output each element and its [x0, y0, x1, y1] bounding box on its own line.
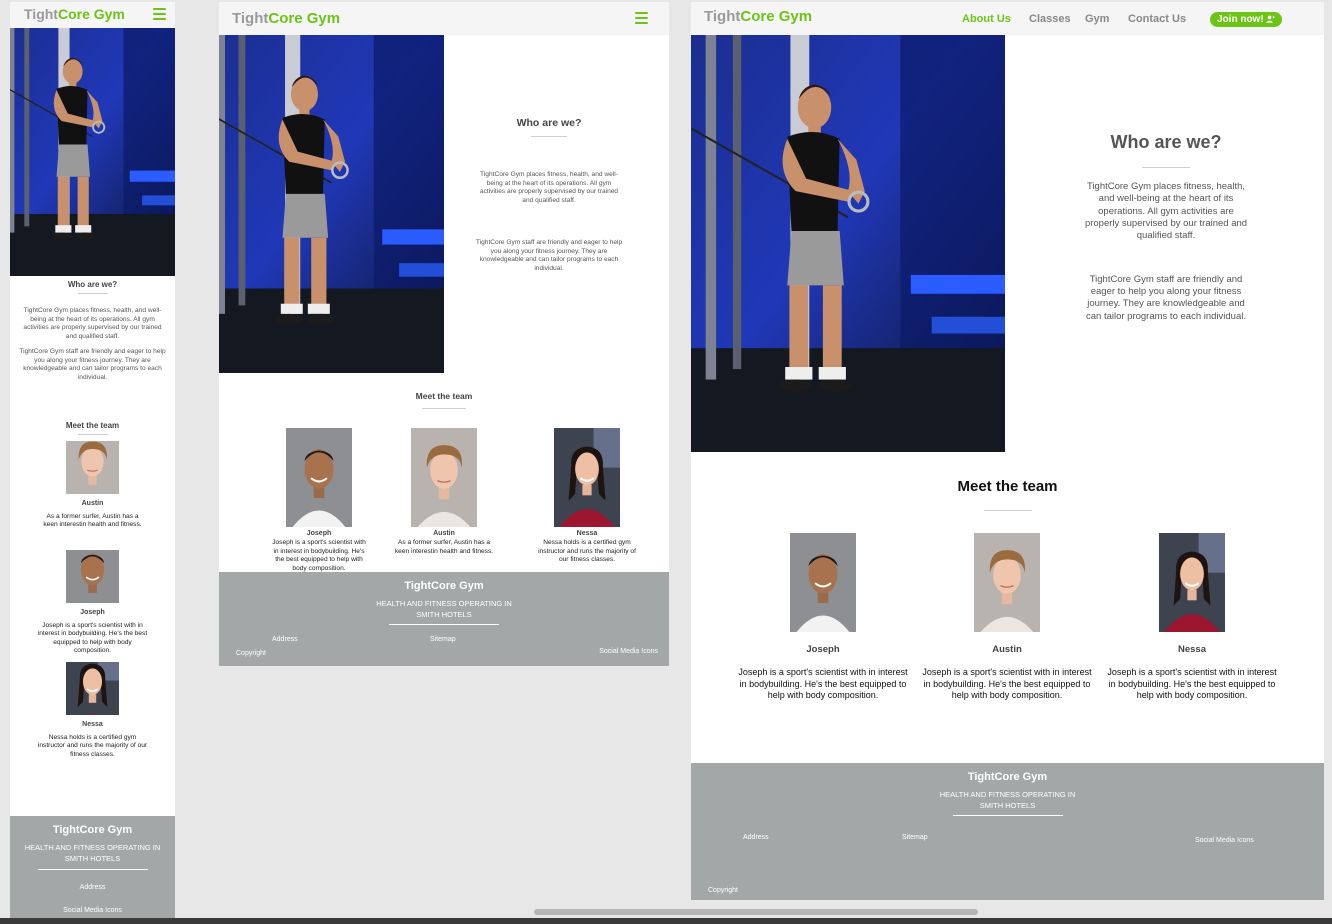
- about-heading: Who are we?: [67, 280, 118, 289]
- team-bio-joseph: Joseph is a sport's scientist with in in…: [738, 667, 908, 701]
- footer-divider: [952, 814, 1063, 816]
- footer-slogan: HEALTH AND FITNESS OPERATING IN SMITH HO…: [24, 843, 161, 863]
- tablet-frame: TightCore Gym Who are we? TightCore Gym …: [219, 2, 669, 666]
- team-heading: Meet the team: [415, 391, 473, 401]
- nav-link-about[interactable]: About Us: [962, 13, 1011, 25]
- team-name-austin: Austin: [433, 530, 455, 537]
- team-photo-austin: [66, 441, 119, 494]
- footer-copyright: Copyright: [236, 650, 266, 657]
- logo[interactable]: TightCore Gym: [704, 8, 812, 25]
- team-member-austin: Austin Joseph is a sport's scientist wit…: [918, 533, 1096, 702]
- footer-divider: [389, 623, 499, 625]
- about-paragraph-1: TightCore Gym places fitness, health, an…: [1084, 181, 1248, 242]
- team-name-nessa: Nessa: [1178, 644, 1206, 655]
- footer-slogan: HEALTH AND FITNESS OPERATING IN SMITH HO…: [376, 599, 512, 619]
- footer-divider: [37, 868, 148, 870]
- team-bio-joseph: Joseph is a sport's scientist with in in…: [272, 539, 366, 572]
- footer-sitemap-link[interactable]: Sitemap: [430, 636, 456, 643]
- divider: [422, 408, 466, 409]
- team-bio-nessa: Nessa holds is a certified gym instructo…: [37, 733, 148, 758]
- navbar: TightCore Gym: [10, 2, 175, 28]
- team-name-joseph: Joseph: [80, 608, 105, 616]
- add-user-icon: [1266, 15, 1276, 23]
- divider: [983, 510, 1032, 511]
- footer-title: TightCore Gym: [967, 771, 1048, 783]
- team-bio-austin: Joseph is a sport's scientist with in in…: [922, 667, 1092, 701]
- divider: [531, 136, 567, 137]
- about-paragraph-1: TightCore Gym places fitness, health, an…: [479, 171, 619, 204]
- footer: TightCore Gym HEALTH AND FITNESS OPERATI…: [219, 572, 669, 666]
- footer-title: TightCore Gym: [404, 580, 484, 592]
- window-bottom-bar: [0, 918, 1332, 924]
- footer: TightCore Gym HEALTH AND FITNESS OPERATI…: [10, 816, 175, 924]
- footer-title: TightCore Gym: [52, 824, 133, 836]
- team-name-nessa: Nessa: [82, 720, 103, 728]
- footer: TightCore Gym HEALTH AND FITNESS OPERATI…: [691, 763, 1324, 900]
- team-bio-joseph: Joseph is a sport's scientist with in in…: [37, 621, 148, 655]
- footer-address-link[interactable]: Address: [743, 834, 769, 841]
- team-photo-austin: [974, 533, 1040, 632]
- navbar: TightCore Gym About Us Classes Gym Conta…: [691, 2, 1324, 35]
- horizontal-scrollbar[interactable]: [534, 909, 978, 915]
- footer-address-link[interactable]: Address: [10, 884, 175, 891]
- join-button[interactable]: Join now!: [1210, 12, 1283, 27]
- team-bio-austin: As a former surfer, Austin has a keen in…: [43, 512, 142, 529]
- nav-link-gym[interactable]: Gym: [1085, 13, 1109, 25]
- team-name-austin: Austin: [81, 499, 104, 507]
- team-member-joseph: Joseph Joseph is a sport's scientist wit…: [269, 428, 369, 573]
- team-name-nessa: Nessa: [576, 530, 598, 537]
- footer-social-icons[interactable]: Social Media Icons: [599, 648, 658, 655]
- logo[interactable]: TightCore Gym: [24, 6, 125, 22]
- mobile-frame: TightCore Gym Who are we? TightCore Gym …: [10, 2, 175, 924]
- team-member-nessa: Nessa Nessa holds is a certified gym ins…: [537, 428, 637, 565]
- team-bio-nessa: Nessa holds is a certified gym instructo…: [538, 539, 636, 564]
- desktop-frame: TightCore Gym About Us Classes Gym Conta…: [691, 2, 1324, 900]
- team-photo-nessa: [66, 662, 119, 715]
- team-name-joseph: Joseph: [306, 530, 332, 537]
- team-name-austin: Austin: [992, 644, 1022, 655]
- about-paragraph-2: TightCore Gym staff are friendly and eag…: [475, 239, 623, 272]
- team-heading: Meet the team: [65, 420, 120, 430]
- about-heading: Who are we?: [516, 117, 582, 129]
- hero-image: [691, 35, 1005, 452]
- divider: [77, 433, 108, 435]
- navbar: TightCore Gym: [219, 2, 669, 35]
- nav-link-classes[interactable]: Classes: [1029, 13, 1071, 25]
- nav-link-contact[interactable]: Contact Us: [1128, 13, 1186, 25]
- team-member-nessa: Nessa Joseph is a sport's scientist with…: [1103, 533, 1281, 702]
- hamburger-icon[interactable]: [635, 12, 648, 24]
- hamburger-icon[interactable]: [153, 8, 166, 20]
- divider: [77, 293, 108, 294]
- footer-address-link[interactable]: Address: [272, 636, 298, 643]
- team-photo-nessa: [554, 428, 620, 527]
- team-bio-austin: As a former surfer, Austin has a keen in…: [394, 539, 494, 555]
- team-photo-joseph: [286, 428, 352, 527]
- about-paragraph-2: TightCore Gym staff are friendly and eag…: [1085, 273, 1246, 322]
- team-photo-joseph: [790, 533, 856, 632]
- logo[interactable]: TightCore Gym: [232, 10, 340, 27]
- team-member-joseph: Joseph Joseph is a sport's scientist wit…: [734, 533, 912, 702]
- footer-copyright: Copyright: [708, 887, 738, 894]
- footer-sitemap-link[interactable]: Sitemap: [902, 834, 928, 841]
- footer-social-icons[interactable]: Social Media Icons: [10, 907, 175, 914]
- footer-slogan: HEALTH AND FITNESS OPERATING IN SMITH HO…: [939, 790, 1076, 810]
- footer-social-icons[interactable]: Social Media Icons: [1195, 837, 1254, 844]
- team-name-joseph: Joseph: [806, 644, 840, 655]
- team-photo-austin: [411, 428, 477, 527]
- about-paragraph-2: TightCore Gym staff are friendly and eag…: [19, 348, 166, 381]
- divider: [1142, 167, 1190, 168]
- hero-image: [10, 28, 175, 276]
- team-bio-nessa: Joseph is a sport's scientist with in in…: [1107, 667, 1277, 701]
- about-heading: Who are we?: [1110, 132, 1222, 152]
- about-paragraph-1: TightCore Gym places fitness, health, an…: [23, 307, 162, 340]
- team-photo-joseph: [66, 550, 119, 603]
- team-heading: Meet the team: [957, 478, 1058, 495]
- team-photo-nessa: [1159, 533, 1225, 632]
- team-member-austin: Austin As a former surfer, Austin has a …: [394, 428, 494, 556]
- hero-image: [219, 35, 444, 373]
